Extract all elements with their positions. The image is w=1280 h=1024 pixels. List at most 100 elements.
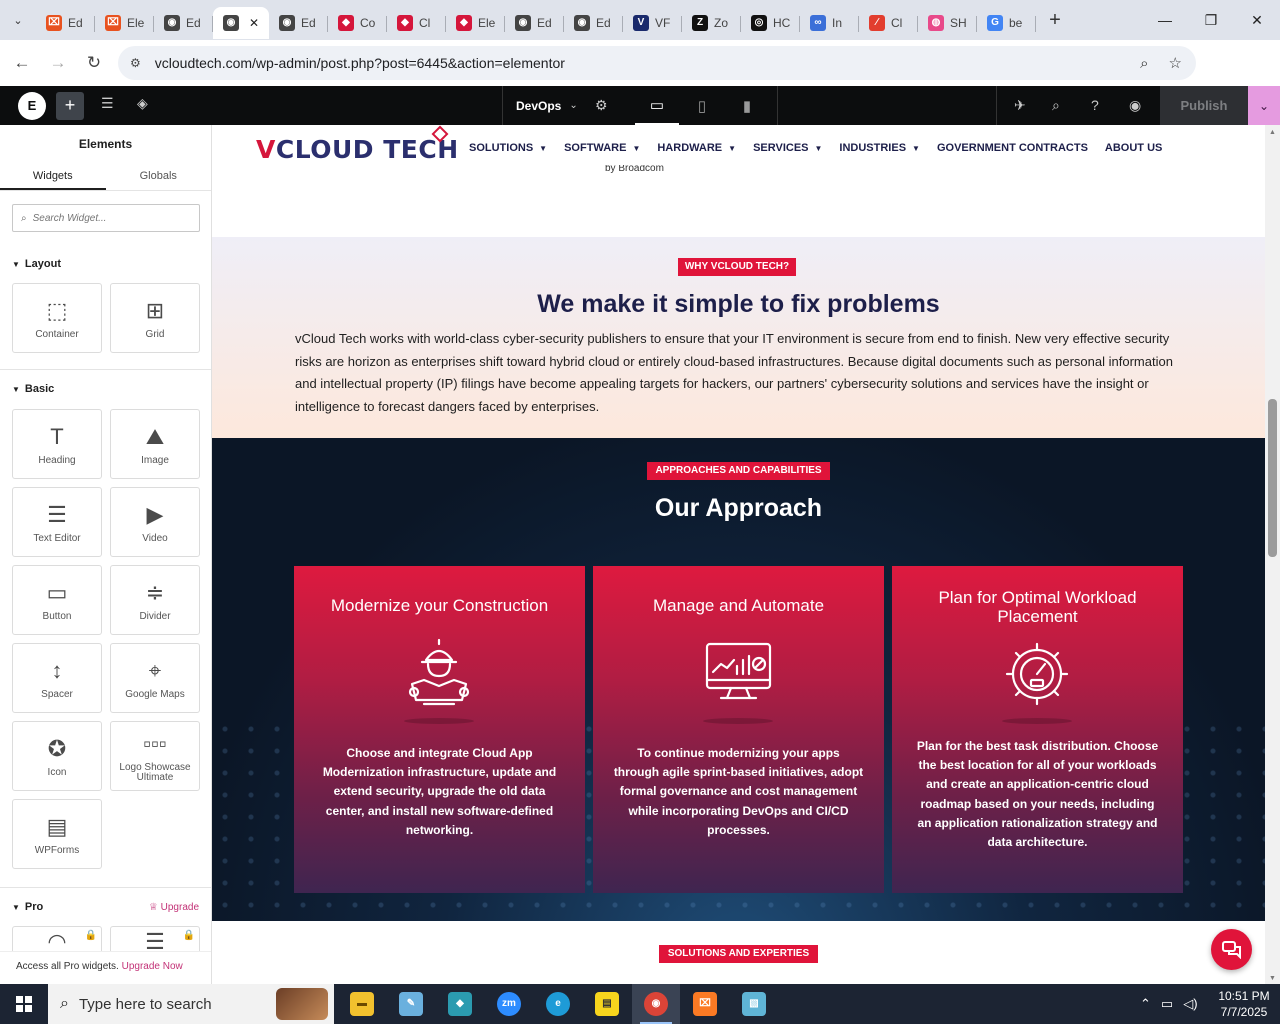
- taskbar-search[interactable]: ⌕ Type here to search: [48, 984, 334, 1024]
- browser-tab[interactable]: Gbe: [977, 7, 1036, 39]
- edge-icon[interactable]: e: [534, 984, 582, 1024]
- close-tab-icon[interactable]: ✕: [249, 16, 259, 30]
- back-icon[interactable]: ←: [4, 45, 40, 81]
- scroll-up-icon[interactable]: ▲: [1269, 129, 1276, 136]
- nav-item-industries[interactable]: INDUSTRIES ▼: [839, 142, 920, 154]
- browser-tab[interactable]: ◆ Ele: [446, 7, 505, 39]
- section-pro-header[interactable]: ▼ Pro: [12, 901, 43, 913]
- finder-search-icon[interactable]: ⌕: [1052, 97, 1060, 114]
- tab-globals[interactable]: Globals: [106, 163, 212, 190]
- tab-search-chevron-icon[interactable]: ⌄: [0, 0, 36, 40]
- xampp-icon[interactable]: ⌧: [681, 984, 729, 1024]
- nav-item-government-contracts[interactable]: GOVERNMENT CONTRACTS: [937, 142, 1088, 154]
- chevron-down-icon[interactable]: ⌄: [569, 100, 577, 111]
- browser-tab[interactable]: ∞ In: [800, 7, 859, 39]
- system-clock[interactable]: 10:51 PM 7/7/2025: [1218, 988, 1270, 1020]
- solutions-section[interactable]: SOLUTIONS AND EXPERTIES: [212, 921, 1265, 984]
- volume-icon[interactable]: ◁): [1183, 996, 1197, 1012]
- publish-button[interactable]: Publish: [1160, 86, 1248, 125]
- page-name[interactable]: DevOps: [516, 99, 561, 113]
- widget-image[interactable]: ⛰ Image: [110, 409, 200, 479]
- section-layout-header[interactable]: ▼ Layout: [12, 258, 61, 270]
- notes-rocket-icon[interactable]: ✈: [1014, 97, 1026, 114]
- browser-tab[interactable]: ◎ HC: [741, 7, 800, 39]
- browser-tab[interactable]: ⌧ Ele: [95, 7, 154, 39]
- section-basic-header[interactable]: ▼ Basic: [12, 383, 54, 395]
- nav-item-services[interactable]: SERVICES ▼: [753, 142, 822, 154]
- preview-eye-icon[interactable]: ◉: [1129, 97, 1141, 114]
- widget-divider[interactable]: ≑ Divider: [110, 565, 200, 635]
- browser-tab[interactable]: ◉ Ed: [564, 7, 623, 39]
- help-icon[interactable]: ?: [1091, 97, 1099, 113]
- bookmark-star-icon[interactable]: ☆: [1169, 54, 1182, 72]
- tablet-view-icon[interactable]: ▯: [680, 86, 724, 125]
- scroll-down-icon[interactable]: ▼: [1269, 975, 1276, 982]
- url-text[interactable]: vcloudtech.com/wp-admin/post.php?post=64…: [155, 55, 565, 71]
- browser-tab[interactable]: ⌧ Ed: [36, 7, 95, 39]
- nav-item-software[interactable]: SOFTWARE ▼: [564, 142, 640, 154]
- network-icon[interactable]: ▭: [1161, 996, 1173, 1012]
- chrome-icon[interactable]: ◉: [632, 984, 680, 1024]
- browser-tab[interactable]: ◆ Co: [328, 7, 387, 39]
- approach-card[interactable]: Modernize your Construction Choose and i…: [294, 566, 585, 893]
- approach-card[interactable]: Plan for Optimal Workload Placement Plan…: [892, 566, 1183, 893]
- widget-spacer[interactable]: ↕ Spacer: [12, 643, 102, 713]
- structure-layers-icon[interactable]: ◈: [137, 95, 148, 112]
- browser-tab[interactable]: Z Zo: [682, 7, 741, 39]
- approach-section[interactable]: APPROACHES AND CAPABILITIES Our Approach…: [212, 438, 1265, 921]
- forward-icon[interactable]: →: [40, 45, 76, 81]
- mobile-view-icon[interactable]: ▮: [725, 86, 769, 125]
- scroll-thumb[interactable]: [1268, 399, 1277, 557]
- widget-icon[interactable]: ✪ Icon: [12, 721, 102, 791]
- close-window-icon[interactable]: ✕: [1234, 0, 1280, 40]
- approach-card[interactable]: Manage and Automate To continue moderniz…: [593, 566, 884, 893]
- widget-search-input[interactable]: [32, 212, 183, 224]
- restore-icon[interactable]: ❐: [1188, 0, 1234, 40]
- browser-tab[interactable]: ◉ ✕: [213, 7, 269, 39]
- sticky-notes-icon[interactable]: ▤: [583, 984, 631, 1024]
- widget-wpforms[interactable]: ▤ WPForms: [12, 799, 102, 869]
- widget-text-editor[interactable]: ☰ Text Editor: [12, 487, 102, 557]
- browser-tab[interactable]: ◉ Ed: [269, 7, 328, 39]
- nav-item-solutions[interactable]: SOLUTIONS ▼: [469, 142, 547, 154]
- add-element-button[interactable]: +: [56, 92, 84, 120]
- why-section[interactable]: WHY VCLOUD TECH? We make it simple to fi…: [212, 237, 1265, 438]
- widget-grid[interactable]: ⊞ Grid: [110, 283, 200, 353]
- browser-tab[interactable]: ◆ Cl: [387, 7, 446, 39]
- nav-item-hardware[interactable]: HARDWARE ▼: [657, 142, 736, 154]
- zoom-app-icon[interactable]: zm: [485, 984, 533, 1024]
- browser-tab[interactable]: ∕ Cl: [859, 7, 918, 39]
- site-info-icon[interactable]: ⚙: [130, 56, 141, 70]
- omnibox[interactable]: ⚙ vcloudtech.com/wp-admin/post.php?post=…: [118, 46, 1196, 80]
- minimize-icon[interactable]: —: [1142, 0, 1188, 40]
- widget-container[interactable]: ⬚ Container: [12, 283, 102, 353]
- desktop-view-icon[interactable]: ▭: [635, 86, 679, 125]
- site-logo[interactable]: VCLOUD TECH: [256, 135, 459, 164]
- upgrade-link[interactable]: ♕ Upgrade: [149, 902, 199, 913]
- page-scrollbar[interactable]: ▲ ▼: [1265, 125, 1280, 984]
- reload-icon[interactable]: ↻: [76, 45, 112, 81]
- widget-google-maps[interactable]: ⌖ Google Maps: [110, 643, 200, 713]
- tab-widgets[interactable]: Widgets: [0, 163, 106, 190]
- page-settings-gear-icon[interactable]: ⚙: [595, 97, 608, 114]
- widget-heading[interactable]: T Heading: [12, 409, 102, 479]
- publish-options-chevron-icon[interactable]: ⌄: [1248, 86, 1280, 125]
- widget-video[interactable]: ▶ Video: [110, 487, 200, 557]
- widget-button[interactable]: ▭ Button: [12, 565, 102, 635]
- browser-tab[interactable]: ◍ SH: [918, 7, 977, 39]
- site-settings-sliders-icon[interactable]: ☰: [101, 95, 114, 112]
- browser-tab[interactable]: ◉ Ed: [505, 7, 564, 39]
- chevron-up-icon[interactable]: ⌃: [1140, 996, 1151, 1012]
- browser-tab[interactable]: ◉ Ed: [154, 7, 213, 39]
- app-diamond-icon[interactable]: ◆: [436, 984, 484, 1024]
- chat-bubble-icon[interactable]: [1211, 929, 1252, 970]
- file-explorer-icon[interactable]: ▬: [338, 984, 386, 1024]
- notepad-icon[interactable]: ▧: [730, 984, 778, 1024]
- browser-tab[interactable]: V VF: [623, 7, 682, 39]
- zoom-icon[interactable]: ⌕: [1140, 55, 1148, 72]
- new-tab-button[interactable]: +: [1040, 9, 1070, 32]
- elementor-logo-icon[interactable]: E: [18, 92, 46, 120]
- paint-icon[interactable]: ✎: [387, 984, 435, 1024]
- upgrade-now-link[interactable]: Upgrade Now: [122, 961, 183, 972]
- start-button[interactable]: [0, 984, 48, 1024]
